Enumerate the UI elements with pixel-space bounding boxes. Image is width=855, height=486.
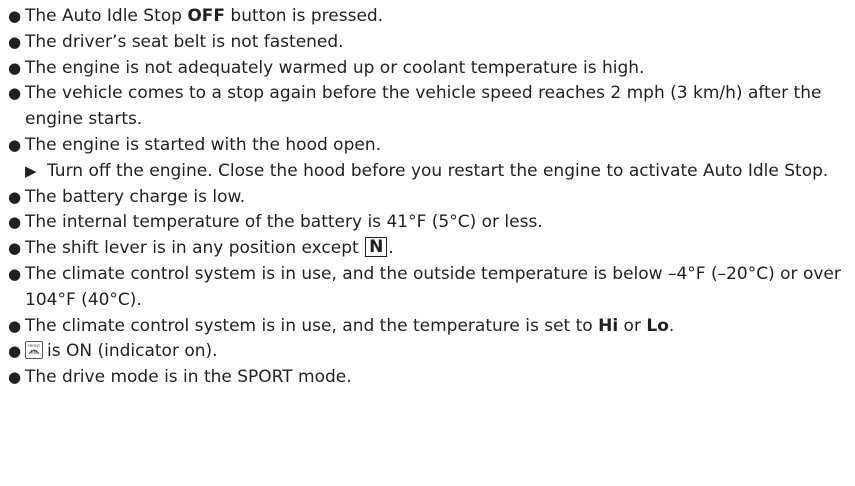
item-text: The driver’s seat belt is not fastened.	[25, 31, 344, 52]
item-text: The Auto Idle Stop	[25, 6, 188, 26]
bullet-icon: ●	[8, 264, 22, 283]
item-text: The engine is started with the hood open…	[25, 134, 382, 155]
item-text: The shift lever is in any position excep…	[25, 238, 365, 259]
bullet-icon: ●	[8, 239, 22, 258]
list-item: ● The internal temperature of the batter…	[5, 210, 845, 236]
neutral-position-label: N	[365, 237, 388, 258]
item-text: or	[618, 315, 647, 336]
bullet-icon: ●	[8, 135, 22, 154]
document-page: ● The Auto Idle Stop OFF button is press…	[0, 0, 855, 486]
bullet-icon: ●	[8, 213, 22, 232]
item-text: The battery charge is low.	[25, 186, 246, 207]
item-text: The climate control system is in use, an…	[25, 315, 599, 336]
list-item: ● The vehicle comes to a stop again befo…	[5, 81, 845, 133]
item-text: The internal temperature of the battery …	[25, 212, 543, 233]
bullet-icon: ●	[8, 368, 22, 387]
list-item: ● The engine is started with the hood op…	[5, 133, 845, 185]
bullet-icon: ●	[8, 316, 22, 335]
item-text: The drive mode is in the SPORT mode.	[25, 367, 352, 388]
item-text: The vehicle comes to a stop again before…	[25, 83, 822, 130]
list-item: ● The battery charge is low.	[5, 185, 845, 211]
list-item: ● The drive mode is in the SPORT mode.	[5, 365, 845, 391]
hi-label: Hi	[598, 315, 619, 336]
svg-text:FRONT: FRONT	[28, 344, 41, 348]
off-label: OFF	[187, 6, 226, 26]
sub-instruction-text: Turn off the engine. Close the hood befo…	[47, 160, 829, 181]
bullet-icon: ●	[8, 58, 22, 77]
item-text: is ON (indicator on).	[47, 341, 218, 362]
list-item: ● FRONT is ON (indicator on).	[5, 339, 845, 365]
front-defroster-icon: FRONT	[25, 341, 43, 360]
list-item: ● The Auto Idle Stop OFF button is press…	[5, 4, 845, 30]
sub-instruction: ▶ Turn off the engine. Close the hood be…	[25, 159, 845, 185]
list-item: ● The climate control system is in use, …	[5, 262, 845, 314]
condition-list: ● The Auto Idle Stop OFF button is press…	[5, 4, 845, 391]
list-item: ● The driver’s seat belt is not fastened…	[5, 30, 845, 56]
list-item: ● The engine is not adequately warmed up…	[5, 56, 845, 82]
list-item: ● The shift lever is in any position exc…	[5, 236, 845, 262]
item-text: The climate control system is in use, an…	[25, 263, 841, 310]
bullet-icon: ●	[8, 342, 22, 361]
right-triangle-icon: ▶	[25, 161, 37, 180]
bullet-icon: ●	[8, 187, 22, 206]
item-text: .	[668, 315, 675, 336]
bullet-icon: ●	[8, 7, 22, 25]
item-text: The engine is not adequately warmed up o…	[25, 57, 645, 78]
bullet-icon: ●	[8, 32, 22, 51]
item-text: .	[388, 238, 394, 259]
bullet-icon: ●	[8, 84, 22, 103]
lo-label: Lo	[646, 315, 669, 336]
list-item: ● The climate control system is in use, …	[5, 314, 845, 340]
item-text: button is pressed.	[225, 6, 384, 26]
